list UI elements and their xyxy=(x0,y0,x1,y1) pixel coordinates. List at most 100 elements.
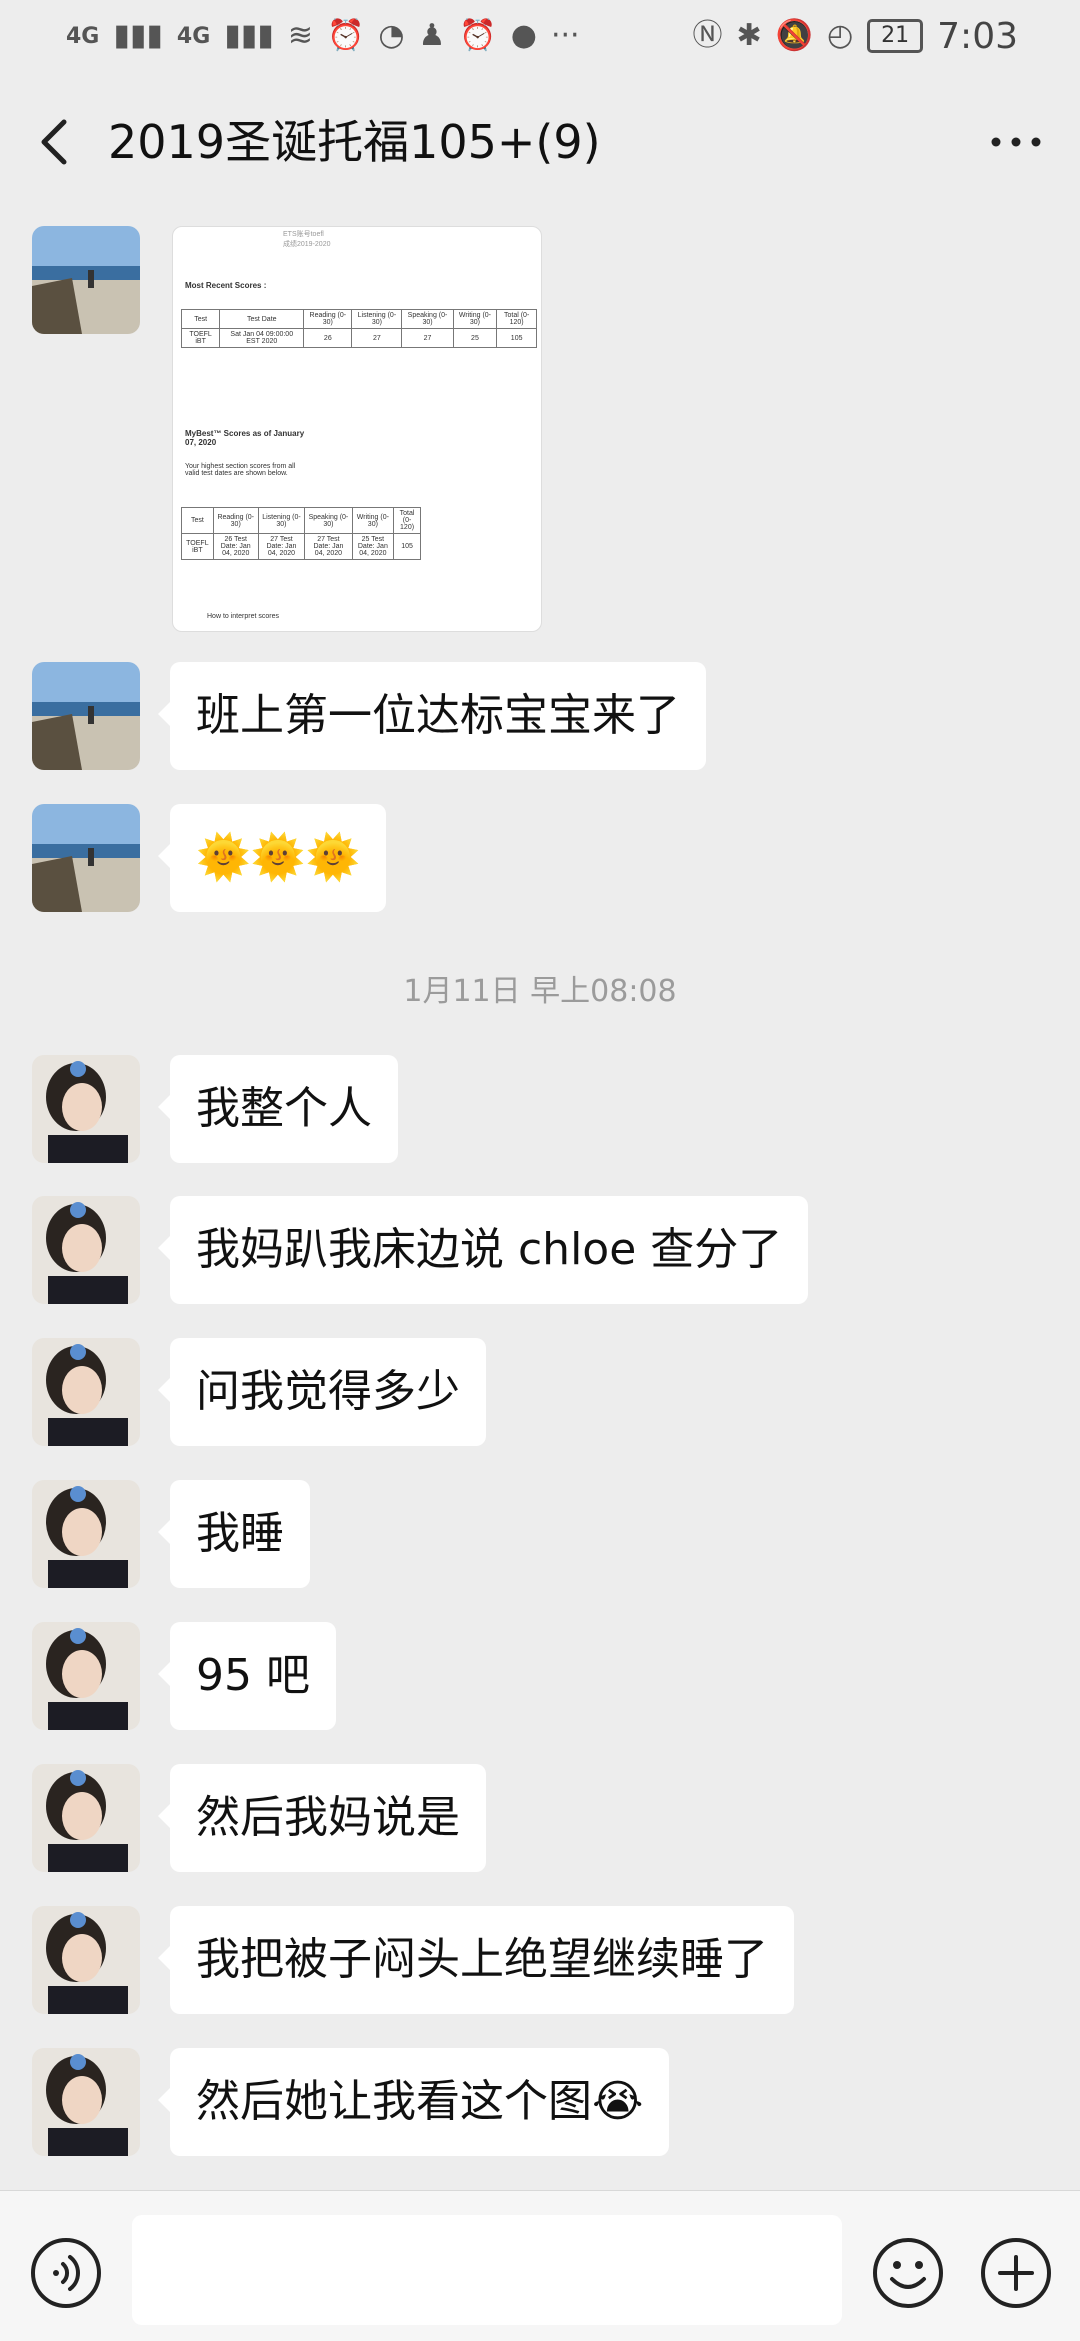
header-cell: Total (0-120) xyxy=(496,309,537,329)
girl-avatar-image xyxy=(32,1055,140,1163)
beach-avatar-image xyxy=(32,804,140,912)
network-indicator-2: 4G xyxy=(176,23,211,49)
table-cell: 105 xyxy=(393,533,421,560)
message-bubble[interactable]: 我把被子闷头上绝望继续睡了 xyxy=(158,1906,794,2014)
avatar-user-a[interactable] xyxy=(32,662,140,770)
emoji-message-bubble[interactable]: 🌞🌞🌞 xyxy=(157,804,387,912)
browser-icon: ◔ xyxy=(378,18,405,53)
avatar-user-b[interactable] xyxy=(32,1764,140,1872)
more-button[interactable] xyxy=(986,110,1046,174)
alarm-icon: ⏰ xyxy=(326,18,365,53)
signal-icon: ▮▮▮ xyxy=(113,18,163,53)
mybest-title: MyBest™ Scores as of January 07, 2020 xyxy=(185,429,305,447)
plus-icon xyxy=(981,2238,1051,2308)
message-bubble[interactable]: 我睡 xyxy=(158,1480,310,1588)
chat-timestamp: 1月11日 早上08:08 xyxy=(403,974,677,1009)
girl-avatar-image xyxy=(32,1622,140,1730)
avatar-user-b[interactable] xyxy=(32,1055,140,1163)
mute-icon: 🔕 xyxy=(775,18,813,53)
girl-avatar-image xyxy=(32,1338,140,1446)
message-bubble[interactable]: 我妈趴我床边说 chloe 查分了 xyxy=(157,1196,809,1304)
emoji-icon xyxy=(873,2238,943,2308)
qq-icon: ♟ xyxy=(418,18,446,53)
emoji-button[interactable] xyxy=(872,2237,944,2309)
header-cell: Test Date xyxy=(219,309,305,329)
voice-icon xyxy=(31,2238,101,2308)
avatar-user-b[interactable] xyxy=(32,1196,140,1304)
table-cell: TOEFL iBT xyxy=(180,328,221,348)
clock: 7:03 xyxy=(937,15,1018,57)
header-cell: Listening (0-30) xyxy=(351,309,403,329)
more-notifications-icon: ··· xyxy=(550,18,580,53)
message-icon: ● xyxy=(510,18,537,53)
girl-avatar-image xyxy=(32,2048,140,2156)
recent-scores-title: Most Recent Scores : xyxy=(185,281,267,290)
network-indicator-1: 4G xyxy=(66,23,100,49)
message-bubble[interactable]: 问我觉得多少 xyxy=(158,1338,486,1446)
header-cell: Reading (0-30) xyxy=(212,507,259,534)
avatar-user-b[interactable] xyxy=(32,1622,140,1730)
back-button[interactable] xyxy=(30,110,80,174)
avatar-user-a[interactable] xyxy=(32,804,140,912)
girl-avatar-image xyxy=(32,1906,140,2014)
message-bubble[interactable]: 然后她让我看这个图😭 xyxy=(157,2048,670,2156)
more-actions-button[interactable] xyxy=(980,2237,1052,2309)
table-cell: 27 Test Date: Jan 04, 2020 xyxy=(304,533,353,560)
header-cell: Test xyxy=(180,309,221,329)
message-bubble[interactable]: 然后我妈说是 xyxy=(158,1764,486,1872)
table-cell: Sat Jan 04 09:00:00 EST 2020 xyxy=(219,328,305,348)
girl-avatar-image xyxy=(32,1764,140,1872)
input-bar xyxy=(0,2190,1080,2341)
back-arrow-icon xyxy=(41,119,67,165)
battery-indicator: 21 xyxy=(867,19,924,53)
alarm-icon-2: ⏰ xyxy=(459,18,497,53)
table-cell: 105 xyxy=(496,328,537,348)
beach-avatar-image xyxy=(32,226,140,334)
wifi-icon: ≋ xyxy=(287,18,313,53)
voice-button[interactable] xyxy=(30,2237,102,2309)
table-cell: 26 xyxy=(303,328,353,348)
mybest-scores-table: Test Reading (0-30) Listening (0-30) Spe… xyxy=(181,507,421,560)
image-top-text: ETS账号toefl 成绩2019-2020 xyxy=(283,231,331,248)
table-cell: 25 xyxy=(452,328,498,348)
header-cell: Speaking (0-30) xyxy=(304,507,353,534)
chat-header: 2019圣诞托福105+(9) xyxy=(0,72,1080,212)
header-cell: Listening (0-30) xyxy=(257,507,306,534)
avatar-user-b[interactable] xyxy=(32,1338,140,1446)
bluetooth-icon: ✱ xyxy=(736,18,762,53)
signal-icon-2: ▮▮▮ xyxy=(224,18,274,53)
table-cell: TOEFL iBT xyxy=(181,533,214,560)
image-footer: How to interpret scores xyxy=(207,613,279,620)
more-dots-icon xyxy=(991,137,1041,147)
speed-icon: ◴ xyxy=(826,18,854,53)
table-cell: 27 xyxy=(401,328,454,348)
header-cell: Total (0-120) xyxy=(393,507,421,534)
girl-avatar-image xyxy=(32,1196,140,1304)
status-bar: 4G ▮▮▮ 4G ▮▮▮ ≋ ⏰ ◔ ♟ ⏰ ● ··· Ⓝ ✱ 🔕 ◴ 21… xyxy=(0,0,1080,72)
beach-avatar-image xyxy=(32,662,140,770)
avatar-user-b[interactable] xyxy=(32,1480,140,1588)
status-left: 4G ▮▮▮ 4G ▮▮▮ ≋ ⏰ ◔ ♟ ⏰ ● ··· xyxy=(66,14,580,58)
header-cell: Test xyxy=(181,507,214,534)
recent-scores-table: Test Test Date Reading (0-30) Listening … xyxy=(180,309,537,348)
header-cell: Speaking (0-30) xyxy=(401,309,454,329)
status-right: Ⓝ ✱ 🔕 ◴ 21 7:03 xyxy=(692,14,1018,58)
avatar-user-b[interactable] xyxy=(32,2048,140,2156)
message-bubble[interactable]: 班上第一位达标宝宝来了 xyxy=(158,662,706,770)
table-cell: 27 Test Date: Jan 04, 2020 xyxy=(257,533,306,560)
message-bubble[interactable]: 95 吧 xyxy=(158,1622,336,1730)
score-report-image[interactable]: ETS账号toefl 成绩2019-2020 Most Recent Score… xyxy=(172,226,542,632)
nfc-icon: Ⓝ xyxy=(692,18,723,53)
header-cell: Writing (0-30) xyxy=(351,507,395,534)
table-cell: 25 Test Date: Jan 04, 2020 xyxy=(351,533,395,560)
chat-title: 2019圣诞托福105+(9) xyxy=(108,115,601,169)
avatar-user-b[interactable] xyxy=(32,1906,140,2014)
avatar-user-a[interactable] xyxy=(32,226,140,334)
table-cell: 26 Test Date: Jan 04, 2020 xyxy=(212,533,259,560)
mybest-note: Your highest section scores from all val… xyxy=(185,463,296,477)
header-cell: Writing (0-30) xyxy=(452,309,498,329)
girl-avatar-image xyxy=(32,1480,140,1588)
message-input[interactable] xyxy=(132,2215,842,2325)
message-bubble[interactable]: 我整个人 xyxy=(158,1055,398,1163)
header-cell: Reading (0-30) xyxy=(303,309,353,329)
